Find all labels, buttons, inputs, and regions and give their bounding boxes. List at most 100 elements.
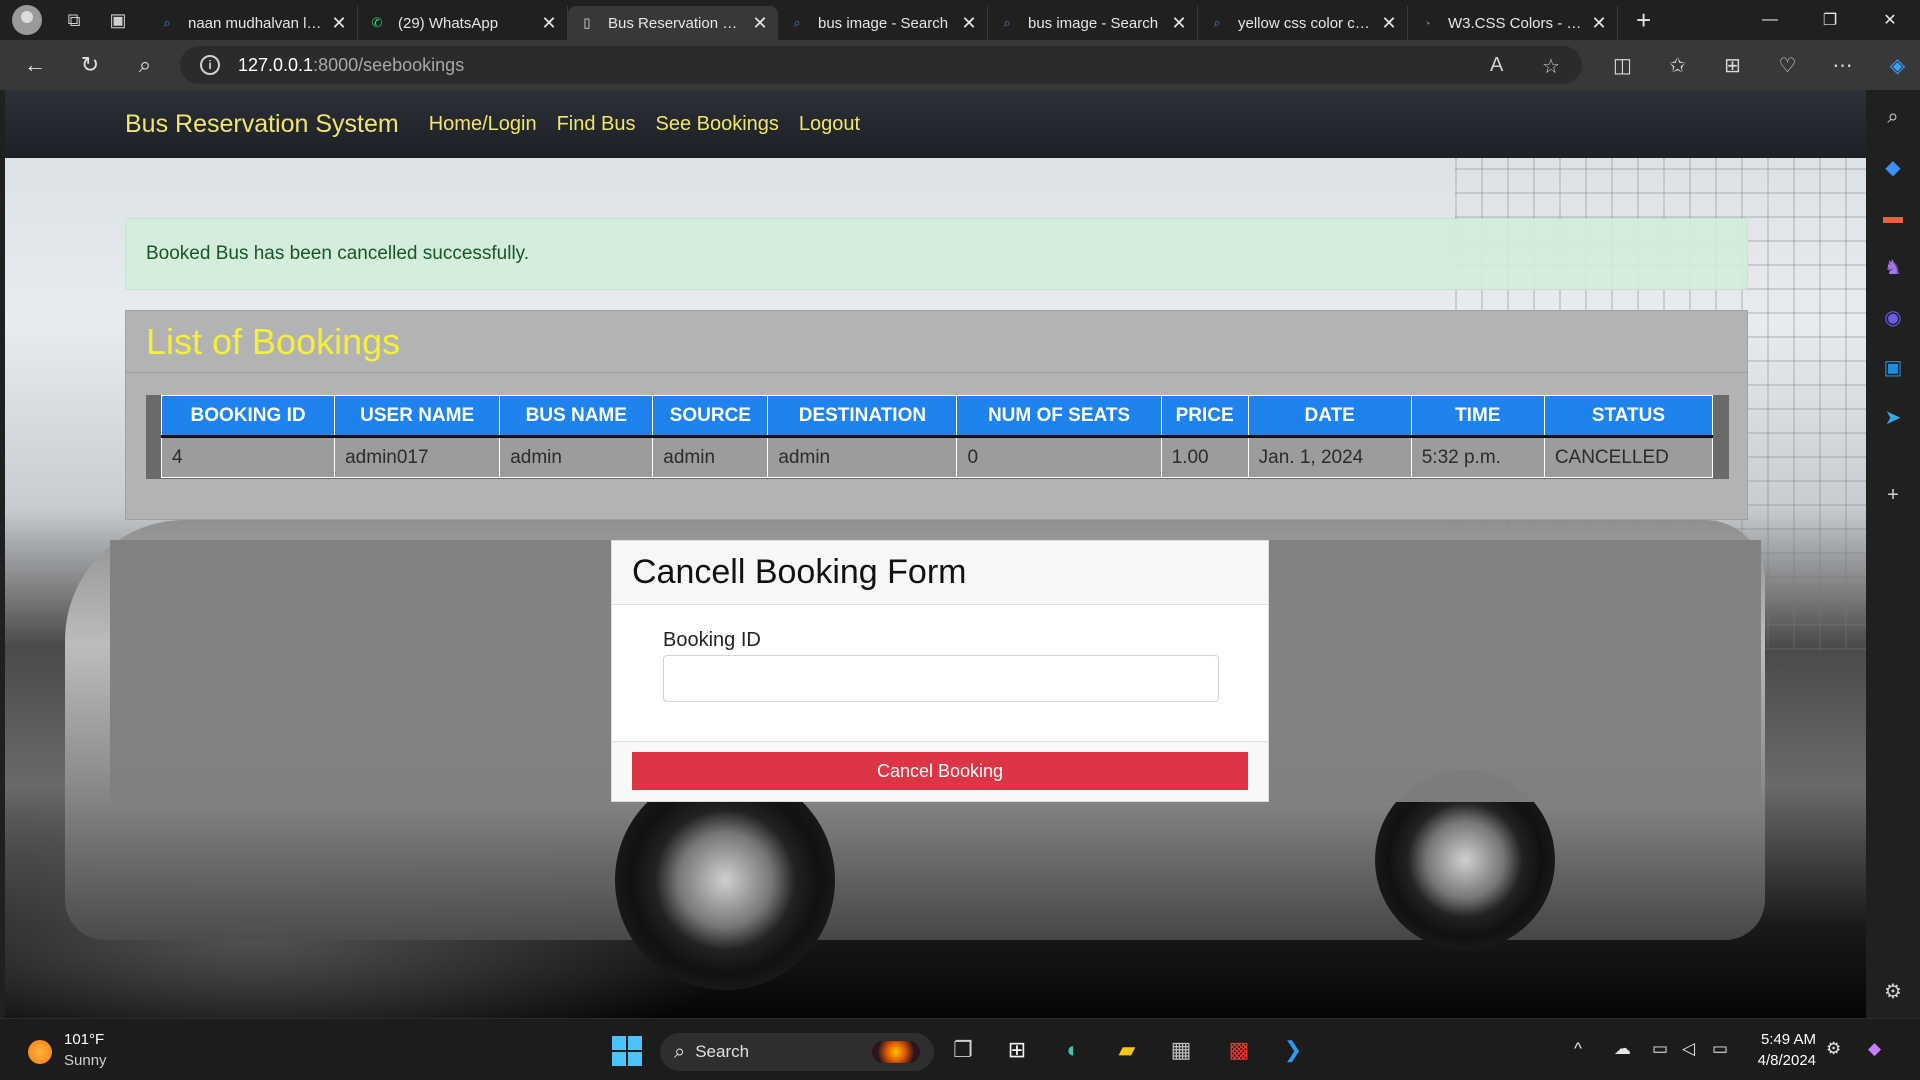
task-view-icon[interactable]: ❐ xyxy=(946,1033,980,1067)
vertical-tabs-icon[interactable]: ▣ xyxy=(106,8,130,32)
network-icon[interactable]: ▭ xyxy=(1652,1039,1668,1059)
outlook-icon[interactable]: ▣ xyxy=(1878,352,1908,382)
site-navbar: Bus Reservation System Home/Login Find B… xyxy=(5,90,1866,158)
favorites-icon[interactable]: ✩ xyxy=(1650,40,1705,90)
nav-link-logout[interactable]: Logout xyxy=(799,113,860,136)
browser-tab[interactable]: ⌕ naan mudhalvan login ✕ xyxy=(148,6,358,40)
tab-close-icon[interactable]: ✕ xyxy=(1591,13,1607,34)
games-icon[interactable]: ♞ xyxy=(1878,252,1908,282)
split-screen-icon[interactable]: ◫ xyxy=(1595,40,1650,90)
weather-sun-icon[interactable] xyxy=(28,1040,52,1064)
show-hidden-icons-icon[interactable]: ^ xyxy=(1574,1039,1582,1059)
tab-close-icon[interactable]: ✕ xyxy=(961,13,977,34)
cell-destination: admin xyxy=(767,436,958,478)
copilot-taskbar-icon[interactable]: ◆ xyxy=(1868,1039,1881,1059)
column-header-status: STATUS xyxy=(1543,395,1714,438)
booking-id-input[interactable] xyxy=(663,655,1219,702)
tab-close-icon[interactable]: ✕ xyxy=(752,13,768,34)
background-bus-wheel xyxy=(615,770,835,990)
browser-essentials-icon[interactable]: ♡ xyxy=(1760,40,1815,90)
color-app-icon[interactable]: ▩ xyxy=(1222,1033,1256,1067)
read-aloud-icon[interactable]: A xyxy=(1490,54,1503,77)
search-icon[interactable]: ⌕ xyxy=(125,45,165,85)
settings-gear-icon[interactable]: ⚙ xyxy=(1826,1039,1841,1059)
favorite-star-icon[interactable]: ☆ xyxy=(1542,54,1560,79)
calculator-icon[interactable]: ▦ xyxy=(1164,1033,1198,1067)
copilot-sidebar-icon[interactable]: ◉ xyxy=(1878,302,1908,332)
edge-browser-icon[interactable]: ◐ xyxy=(1056,1033,1090,1067)
bookings-title: List of Bookings xyxy=(146,320,401,362)
site-brand[interactable]: Bus Reservation System xyxy=(125,110,399,139)
workspaces-icon[interactable]: ⧉ xyxy=(62,8,86,32)
clock-time[interactable]: 5:49 AM xyxy=(1760,1031,1816,1048)
cancel-booking-form: Cancell Booking Form Booking ID Cancel B… xyxy=(611,540,1269,802)
search-favicon-icon: ⌕ xyxy=(163,15,171,30)
minimize-icon[interactable]: — xyxy=(1740,0,1800,40)
shopping-tag-icon[interactable]: ◆ xyxy=(1878,152,1908,182)
windows-start-icon[interactable] xyxy=(612,1036,642,1066)
more-options-icon[interactable]: ⋯ xyxy=(1815,40,1870,90)
browser-toolbar: ← ↻ ⌕ i 127.0.0.1 :8000/seebookings A ☆ … xyxy=(0,40,1920,90)
site-info-icon[interactable]: i xyxy=(200,55,220,75)
browser-tab[interactable]: ⌕ bus image - Search ✕ xyxy=(988,6,1198,40)
tab-close-icon[interactable]: ✕ xyxy=(541,13,557,34)
send-icon[interactable]: ➤ xyxy=(1878,402,1908,432)
back-arrow-icon[interactable]: ← xyxy=(15,45,55,85)
volume-icon[interactable]: ◁ xyxy=(1682,1039,1695,1059)
search-favicon-icon: ⌕ xyxy=(1003,15,1011,30)
close-window-icon[interactable]: ✕ xyxy=(1860,0,1920,40)
tab-close-icon[interactable]: ✕ xyxy=(1171,13,1187,34)
search-highlight-icon xyxy=(872,1041,920,1063)
browser-tab[interactable]: ✆ (29) WhatsApp ✕ xyxy=(358,6,568,40)
add-sidebar-app-icon[interactable]: + xyxy=(1878,480,1908,510)
collections-icon[interactable]: ⊞ xyxy=(1705,40,1760,90)
taskbar-search-label: Search xyxy=(695,1042,750,1061)
browser-tab[interactable]: ⌕ yellow css color code ✕ xyxy=(1198,6,1408,40)
battery-icon[interactable]: ▭ xyxy=(1712,1039,1728,1059)
taskbar-search[interactable]: ⌕ Search xyxy=(660,1033,934,1071)
browser-tab-active[interactable]: ▯ Bus Reservation System ✕ xyxy=(568,6,778,40)
tools-briefcase-icon[interactable]: ▬ xyxy=(1878,202,1908,232)
whatsapp-favicon-icon: ✆ xyxy=(371,15,383,30)
new-tab-plus-icon[interactable]: + xyxy=(1636,5,1651,36)
cell-price: 1.00 xyxy=(1160,436,1249,478)
taskbar-search-icon: ⌕ xyxy=(674,1040,686,1063)
copilot-icon[interactable]: ◈ xyxy=(1870,40,1920,90)
column-header-destination: DESTINATION xyxy=(767,395,958,438)
vscode-icon[interactable]: ❯ xyxy=(1276,1033,1310,1067)
table-header-row: BOOKING ID USER NAME BUS NAME SOURCE DES… xyxy=(160,395,1714,438)
browser-tab[interactable]: ◔ W3.CSS Colors - Ge ✕ xyxy=(1408,6,1618,40)
page-viewport: Bus Reservation System Home/Login Find B… xyxy=(5,90,1866,1018)
sidebar-settings-icon[interactable]: ⚙ xyxy=(1878,976,1908,1006)
tab-close-icon[interactable]: ✕ xyxy=(1381,13,1397,34)
cancel-booking-button[interactable]: Cancel Booking xyxy=(632,752,1248,790)
cell-source: admin xyxy=(652,436,769,478)
onedrive-cloud-icon[interactable]: ☁ xyxy=(1614,1039,1631,1059)
tab-title: bus image - Search xyxy=(1028,14,1159,32)
tab-close-icon[interactable]: ✕ xyxy=(331,13,347,34)
bookings-table: BOOKING ID USER NAME BUS NAME SOURCE DES… xyxy=(160,395,1714,478)
browser-tab[interactable]: ⌕ bus image - Search ✕ xyxy=(778,6,988,40)
address-bar[interactable]: i 127.0.0.1 :8000/seebookings A ☆ xyxy=(180,46,1582,84)
column-header-price: PRICE xyxy=(1160,395,1249,438)
sidebar-search-icon[interactable]: ⌕ xyxy=(1878,102,1908,132)
nav-link-home-login[interactable]: Home/Login xyxy=(429,113,537,136)
bookings-card-header: List of Bookings xyxy=(126,311,1747,373)
form-header: Cancell Booking Form xyxy=(612,541,1268,605)
column-header-user-name: USER NAME xyxy=(334,395,501,438)
refresh-icon[interactable]: ↻ xyxy=(70,45,110,85)
tab-title: Bus Reservation System xyxy=(608,14,746,32)
nav-link-see-bookings[interactable]: See Bookings xyxy=(656,113,779,136)
file-explorer-icon[interactable]: ▰ xyxy=(1110,1033,1144,1067)
restore-icon[interactable]: ❐ xyxy=(1800,0,1860,40)
tab-title: yellow css color code xyxy=(1238,14,1375,32)
table-row: 4 admin017 admin admin admin 0 1.00 Jan.… xyxy=(160,436,1714,478)
nav-link-find-bus[interactable]: Find Bus xyxy=(557,113,636,136)
clock-date[interactable]: 4/8/2024 xyxy=(1752,1052,1816,1069)
weather-condition: Sunny xyxy=(64,1052,107,1069)
weather-temperature: 101°F xyxy=(64,1031,105,1048)
column-header-num-of-seats: NUM OF SEATS xyxy=(956,395,1162,438)
bookings-table-wrapper: BOOKING ID USER NAME BUS NAME SOURCE DES… xyxy=(146,395,1729,479)
microsoft-store-icon[interactable]: ⊞ xyxy=(1000,1033,1034,1067)
profile-avatar[interactable] xyxy=(12,5,42,35)
